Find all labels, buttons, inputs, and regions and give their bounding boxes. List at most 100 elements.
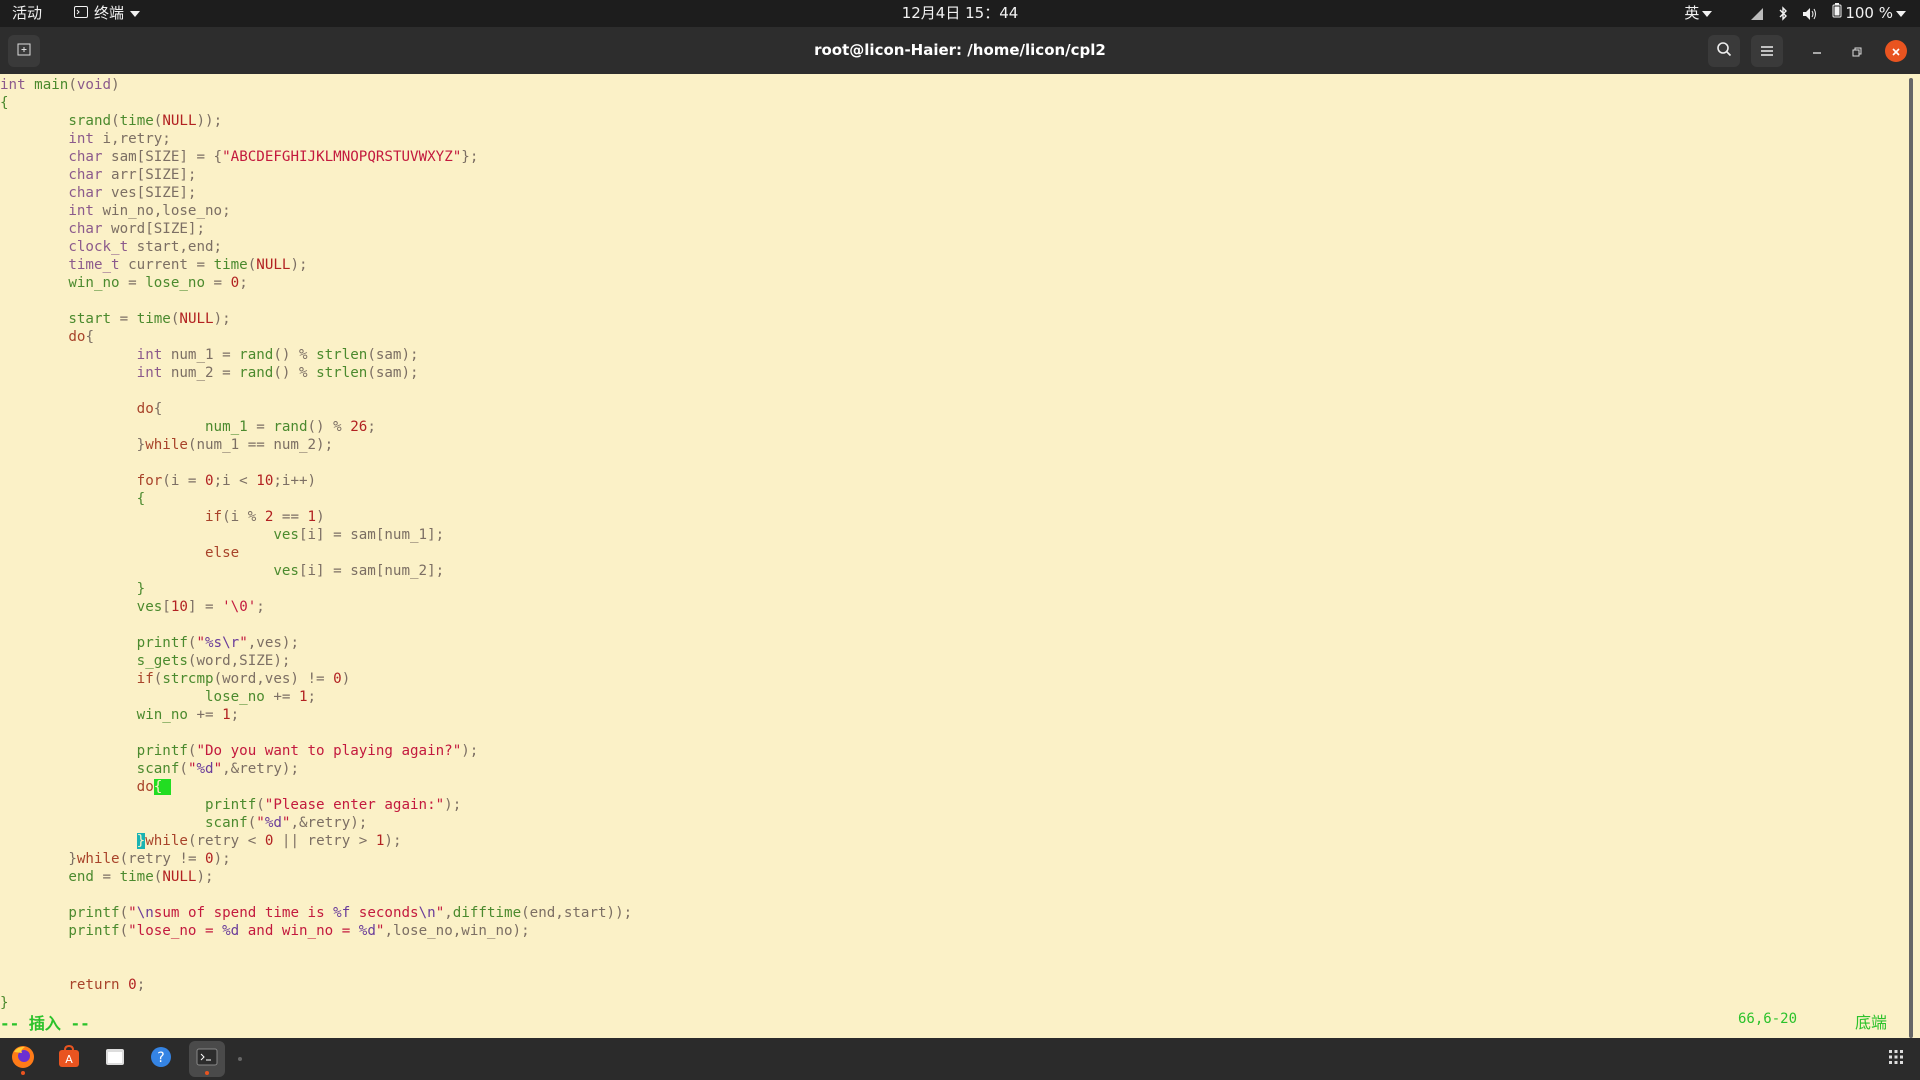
code-token: strlen [316, 347, 368, 363]
code-token: { [136, 491, 146, 507]
code-line: do{ [0, 778, 632, 796]
code-token: } [68, 851, 77, 867]
code-token: NULL [162, 113, 197, 129]
code-token: int [136, 365, 163, 381]
code-token: int [68, 131, 94, 147]
scrollbar[interactable] [1909, 78, 1913, 1038]
code-token: NULL [256, 257, 291, 273]
menu-button[interactable] [1751, 35, 1783, 67]
search-button[interactable] [1708, 35, 1740, 67]
chevron-down-icon [1896, 10, 1906, 17]
code-token: int [136, 347, 163, 363]
input-method-indicator[interactable]: 英 [1684, 0, 1713, 27]
code-token: char [68, 167, 103, 183]
code-token: win_no,lose_no; [93, 203, 231, 219]
code-token: lose_no [205, 689, 265, 705]
code-token: '\0' [222, 599, 257, 615]
code-token: 1 [222, 707, 231, 723]
code-line: }while(retry != 0); [0, 850, 632, 868]
code-token: ( [256, 797, 265, 813]
code-token: ( [68, 77, 77, 93]
code-token: return [68, 977, 120, 993]
dock-terminal[interactable] [189, 1041, 225, 1077]
code-token: "lose_no = [128, 923, 223, 939]
code-token: ves [273, 563, 299, 579]
terminal-content[interactable]: int main(void){ srand(time(NULL)); int i… [0, 74, 1920, 1038]
code-token: NULL [179, 311, 214, 327]
system-tray[interactable]: 英 100 % [1684, 0, 1906, 27]
cursor-position: 66,6-20 [1738, 1011, 1798, 1027]
code-token: for [136, 473, 163, 489]
code-token: " [196, 635, 206, 651]
maximize-button[interactable] [1846, 40, 1868, 62]
code-line: srand(time(NULL)); [0, 112, 632, 130]
code-token: "ABCDEFGHIJKLMNOPQRSTUVWXYZ" [222, 149, 462, 165]
code-token: == [273, 509, 308, 525]
code-line: }while(retry < 0 || retry > 1); [0, 832, 632, 850]
minimize-button[interactable] [1806, 40, 1828, 62]
code-token: ); [196, 869, 214, 885]
code-token: sum of spend time is [153, 905, 334, 921]
code-token: and win_no = [239, 923, 359, 939]
input-method-label: 英 [1684, 4, 1700, 22]
code-line: win_no += 1; [0, 706, 632, 724]
code-token: 0 [128, 977, 137, 993]
close-button[interactable] [1885, 40, 1907, 62]
terminal-headerbar: root@licon-Haier: /home/licon/cpl2 [0, 27, 1920, 74]
code-line: printf("lose_no = %d and win_no = %d",lo… [0, 922, 632, 940]
firefox-icon [10, 1044, 36, 1074]
code-token: = [205, 275, 231, 291]
code-token: \n [418, 905, 436, 921]
code-token: 10 [256, 473, 274, 489]
code-token: ; [136, 977, 146, 993]
code-token: [ [162, 599, 171, 615]
code-line: { [0, 490, 632, 508]
code-line: printf("\nsum of spend time is %f second… [0, 904, 632, 922]
code-token: time [136, 311, 171, 327]
code-token: = [247, 419, 274, 435]
code-token: %d [196, 761, 214, 777]
dock-help[interactable]: ? [143, 1041, 179, 1077]
code-token: ); [444, 797, 462, 813]
dock-app-store[interactable]: A [51, 1041, 87, 1077]
code-line: clock_t start,end; [0, 238, 632, 256]
code-editor[interactable]: int main(void){ srand(time(NULL)); int i… [0, 76, 632, 1012]
activities-button[interactable]: 活动 [12, 0, 42, 27]
code-token: (num_1 == num_2); [187, 437, 334, 453]
terminal-icon [196, 1047, 218, 1071]
code-token: time [213, 257, 248, 273]
dock-files[interactable] [97, 1041, 133, 1077]
code-line: return 0; [0, 976, 632, 994]
code-token: ); [384, 833, 402, 849]
app-menu[interactable]: 终端 [74, 0, 141, 27]
dock-separator-dot [238, 1057, 242, 1061]
clock[interactable]: 12月4日 15：44 [0, 0, 1920, 27]
chevron-down-icon [1702, 10, 1713, 17]
code-token: time [119, 869, 154, 885]
code-token: (sam); [367, 347, 419, 363]
code-token: } [136, 581, 146, 597]
code-token: (i = [162, 473, 206, 489]
show-applications-button[interactable] [1878, 1041, 1914, 1077]
code-token: ( [119, 905, 129, 921]
dock-firefox[interactable] [5, 1041, 41, 1077]
code-token: lose_no [145, 275, 206, 291]
hamburger-menu-icon [1760, 42, 1774, 61]
code-token: printf [136, 635, 188, 651]
